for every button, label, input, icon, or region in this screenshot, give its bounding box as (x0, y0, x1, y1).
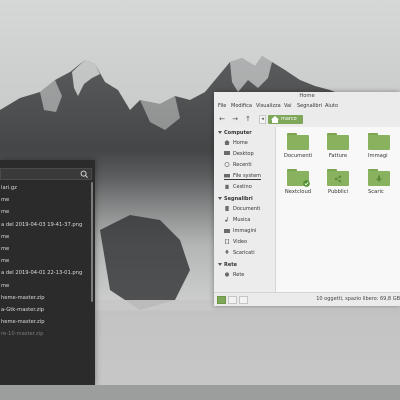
sidebar-item-recenti[interactable]: Recenti (224, 162, 252, 168)
status-text: 10 oggetti, spazio libero: 69,8 GB (316, 296, 400, 302)
sidebar-item-musica[interactable]: Musica (224, 217, 250, 223)
menu-modifica[interactable]: Modifica (231, 101, 252, 111)
list-item[interactable]: me (0, 206, 90, 218)
sidebar-item-scaricati[interactable]: Scaricati (224, 250, 255, 256)
folder-icon (327, 169, 349, 186)
search-icon[interactable] (80, 170, 89, 179)
toolbar: ← → ↑ ◂ marco (214, 111, 400, 128)
sidebar: Computer Home Desktop Recenti File syste… (214, 127, 276, 292)
chevron-down-icon (218, 197, 222, 200)
drive-icon (224, 174, 230, 178)
chevron-down-icon (218, 263, 222, 266)
folder-documenti[interactable]: Documenti (280, 133, 316, 159)
breadcrumb-label: marco (281, 116, 297, 122)
menu-bar: File Modifica Visualizza Vai Segnalibri … (214, 101, 400, 111)
check-emblem-icon (303, 180, 310, 187)
folder-immagini[interactable]: Immagi (360, 133, 400, 159)
scrollbar[interactable] (91, 182, 93, 302)
sidebar-section-rete[interactable]: Rete (218, 262, 237, 268)
sidebar-item-immagini[interactable]: Immagini (224, 228, 256, 234)
chevron-down-icon (218, 131, 222, 134)
file-chooser-window: lari.gz me me a del 2019-04-03 19-41-37.… (0, 160, 95, 385)
list-item[interactable]: me (0, 280, 90, 292)
folder-fatture[interactable]: Fatture (320, 133, 356, 159)
folder-icon (368, 133, 390, 150)
sidebar-item-cestino[interactable]: Cestino (224, 184, 252, 190)
share-icon (334, 175, 342, 183)
arrow-up-icon: ↑ (245, 115, 251, 123)
sidebar-item-file-system[interactable]: File system (224, 173, 262, 180)
folder-pubblici[interactable]: Pubblici (320, 169, 356, 195)
bottom-panel (0, 385, 400, 400)
folder-icon (287, 169, 310, 187)
menu-segnalibri[interactable]: Segnalibri (297, 101, 322, 111)
video-icon (225, 239, 229, 244)
download-icon (224, 250, 230, 255)
menu-visualizza[interactable]: Visualizza (256, 101, 281, 111)
list-item[interactable]: heme-master.zip (0, 316, 90, 328)
folder-icon (287, 133, 309, 150)
arrow-left-icon: ← (219, 115, 225, 123)
menu-file[interactable]: File (218, 101, 226, 111)
desktop-icon (224, 151, 230, 155)
clock-icon (224, 162, 230, 167)
list-item[interactable]: re-10-master.zip (0, 328, 90, 340)
list-item[interactable]: a del 2019-04-01 22-13-01.png (0, 267, 90, 279)
file-manager-window: Home File Modifica Visualizza Vai Segnal… (214, 92, 400, 306)
home-icon (224, 140, 230, 145)
home-icon (271, 116, 279, 123)
toggle-sidebar-button[interactable] (239, 296, 248, 304)
folder-icon (368, 169, 390, 186)
list-item[interactable]: a del 2019-04-03 19-41-37.png (0, 219, 90, 231)
folder-nextcloud[interactable]: Nextcloud (280, 169, 316, 195)
file-grid: Documenti Fatture Immagi Nextcloud Pubbl… (276, 127, 400, 292)
network-icon (224, 272, 230, 277)
list-item[interactable]: me (0, 194, 90, 206)
music-icon (225, 217, 228, 222)
camera-icon (224, 229, 230, 233)
sidebar-item-home[interactable]: Home (224, 140, 248, 146)
file-list: lari.gz me me a del 2019-04-03 19-41-37.… (0, 182, 90, 340)
document-icon (225, 206, 229, 211)
list-item[interactable]: lari.gz (0, 182, 90, 194)
breadcrumb-previous-button[interactable]: ◂ (259, 115, 266, 124)
list-item[interactable]: heme-master.zip (0, 292, 90, 304)
breadcrumb-home[interactable]: marco (268, 115, 303, 124)
list-item[interactable]: me (0, 243, 90, 255)
list-item[interactable]: a-Gtk-master.zip (0, 304, 90, 316)
status-bar: 10 oggetti, spazio libero: 69,8 GB (214, 292, 400, 306)
list-item[interactable]: me (0, 255, 90, 267)
sidebar-item-documenti[interactable]: Documenti (224, 206, 260, 212)
toggle-tree-button[interactable] (228, 296, 237, 304)
forward-button[interactable]: → (230, 114, 240, 124)
folder-icon (327, 133, 349, 150)
folder-scaricati[interactable]: Scaric (360, 169, 400, 195)
chevron-left-icon: ◂ (261, 116, 264, 122)
sidebar-item-desktop[interactable]: Desktop (224, 151, 254, 157)
sidebar-section-computer[interactable]: Computer (218, 130, 252, 136)
toggle-places-button[interactable] (217, 296, 226, 304)
menu-aiuto[interactable]: Aiuto (325, 101, 338, 111)
download-icon (376, 175, 382, 182)
sidebar-item-rete[interactable]: Rete (224, 272, 244, 278)
up-button[interactable]: ↑ (243, 114, 253, 124)
trash-icon (225, 184, 229, 189)
search-input[interactable] (0, 168, 92, 180)
back-button[interactable]: ← (217, 114, 227, 124)
sidebar-item-video[interactable]: Video (224, 239, 247, 245)
list-item[interactable]: me (0, 231, 90, 243)
arrow-right-icon: → (232, 115, 238, 123)
sidebar-section-segnalibri[interactable]: Segnalibri (218, 196, 253, 202)
menu-vai[interactable]: Vai (284, 101, 292, 111)
window-title: Home (214, 92, 400, 101)
